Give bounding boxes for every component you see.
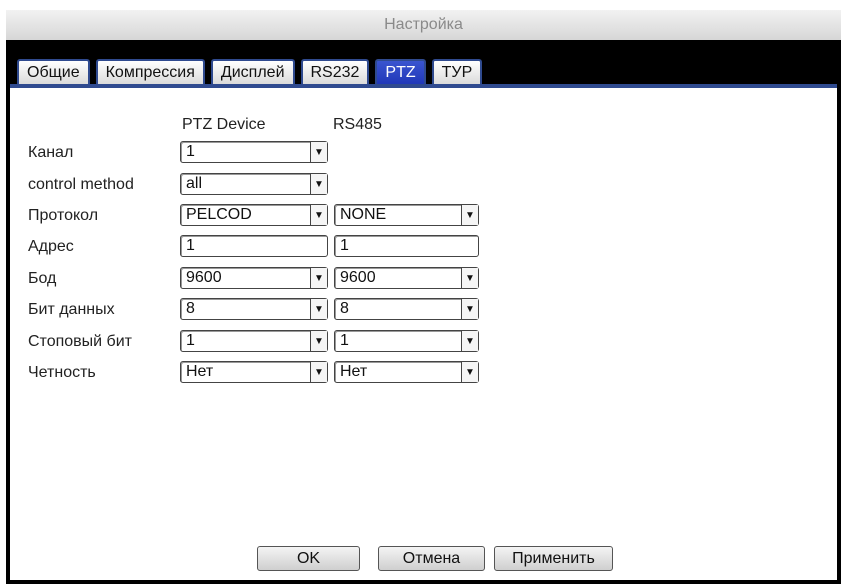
- ptz-baud-value: 9600: [186, 269, 222, 286]
- rs485-baud-value: 9600: [340, 269, 376, 286]
- cancel-button[interactable]: Отмена: [378, 546, 485, 571]
- ok-button[interactable]: OK: [257, 546, 360, 571]
- ptz-parity-select[interactable]: Нет ▼: [180, 361, 328, 383]
- chevron-down-icon[interactable]: ▼: [461, 299, 478, 319]
- baud-label: Бод: [28, 270, 57, 287]
- control-method-value: all: [186, 175, 203, 192]
- chevron-down-icon[interactable]: ▼: [310, 299, 327, 319]
- ptz-address-field[interactable]: 1: [180, 235, 328, 257]
- column-header-rs485: RS485: [333, 116, 382, 133]
- tab-display[interactable]: Дисплей: [210, 59, 295, 85]
- ptz-protocol-value: PELCOD: [186, 206, 252, 223]
- channel-label: Канал: [28, 144, 74, 161]
- stop-bit-label: Стоповый бит: [28, 333, 132, 350]
- rs485-protocol-value: NONE: [340, 206, 387, 223]
- rs485-protocol-select[interactable]: NONE ▼: [334, 204, 479, 226]
- chevron-down-icon[interactable]: ▼: [310, 331, 327, 351]
- parity-label: Четность: [28, 364, 96, 381]
- rs485-parity-value: Нет: [340, 363, 368, 380]
- ptz-parity-value: Нет: [186, 363, 214, 380]
- chevron-down-icon[interactable]: ▼: [461, 362, 478, 382]
- ptz-data-bits-value: 8: [186, 300, 195, 317]
- rs485-parity-select[interactable]: Нет ▼: [334, 361, 479, 383]
- column-header-ptz-device: PTZ Device: [182, 116, 266, 133]
- settings-window: Настройка Общие Компрессия Дисплей RS232…: [0, 0, 847, 588]
- tab-ptz[interactable]: PTZ: [375, 59, 426, 85]
- rs485-data-bits-select[interactable]: 8 ▼: [334, 298, 479, 320]
- tab-rs232[interactable]: RS232: [300, 59, 370, 85]
- rs485-data-bits-value: 8: [340, 300, 349, 317]
- rs485-baud-select[interactable]: 9600 ▼: [334, 267, 479, 289]
- window-title: Настройка: [6, 10, 841, 40]
- rs485-stop-bit-select[interactable]: 1 ▼: [334, 330, 479, 352]
- channel-value: 1: [186, 143, 195, 160]
- control-method-select[interactable]: all ▼: [180, 173, 328, 195]
- tab-compression[interactable]: Компрессия: [95, 59, 205, 85]
- chevron-down-icon[interactable]: ▼: [310, 142, 327, 162]
- ptz-baud-select[interactable]: 9600 ▼: [180, 267, 328, 289]
- chevron-down-icon[interactable]: ▼: [461, 331, 478, 351]
- tab-bar: Общие Компрессия Дисплей RS232 PTZ ТУР: [17, 59, 483, 85]
- control-method-label: control method: [28, 176, 134, 193]
- ptz-data-bits-select[interactable]: 8 ▼: [180, 298, 328, 320]
- chevron-down-icon[interactable]: ▼: [310, 205, 327, 225]
- rs485-stop-bit-value: 1: [340, 332, 349, 349]
- chevron-down-icon[interactable]: ▼: [461, 268, 478, 288]
- data-bits-label: Бит данных: [28, 301, 115, 318]
- address-label: Адрес: [28, 238, 74, 255]
- tab-general[interactable]: Общие: [17, 59, 90, 85]
- tab-tour[interactable]: ТУР: [431, 59, 483, 85]
- ptz-protocol-select[interactable]: PELCOD ▼: [180, 204, 328, 226]
- rs485-address-field[interactable]: 1: [334, 235, 479, 257]
- channel-select[interactable]: 1 ▼: [180, 141, 328, 163]
- chevron-down-icon[interactable]: ▼: [310, 362, 327, 382]
- chevron-down-icon[interactable]: ▼: [461, 205, 478, 225]
- protocol-label: Протокол: [28, 207, 99, 224]
- chevron-down-icon[interactable]: ▼: [310, 268, 327, 288]
- ptz-stop-bit-value: 1: [186, 332, 195, 349]
- apply-button[interactable]: Применить: [494, 546, 613, 571]
- chevron-down-icon[interactable]: ▼: [310, 174, 327, 194]
- ptz-stop-bit-select[interactable]: 1 ▼: [180, 330, 328, 352]
